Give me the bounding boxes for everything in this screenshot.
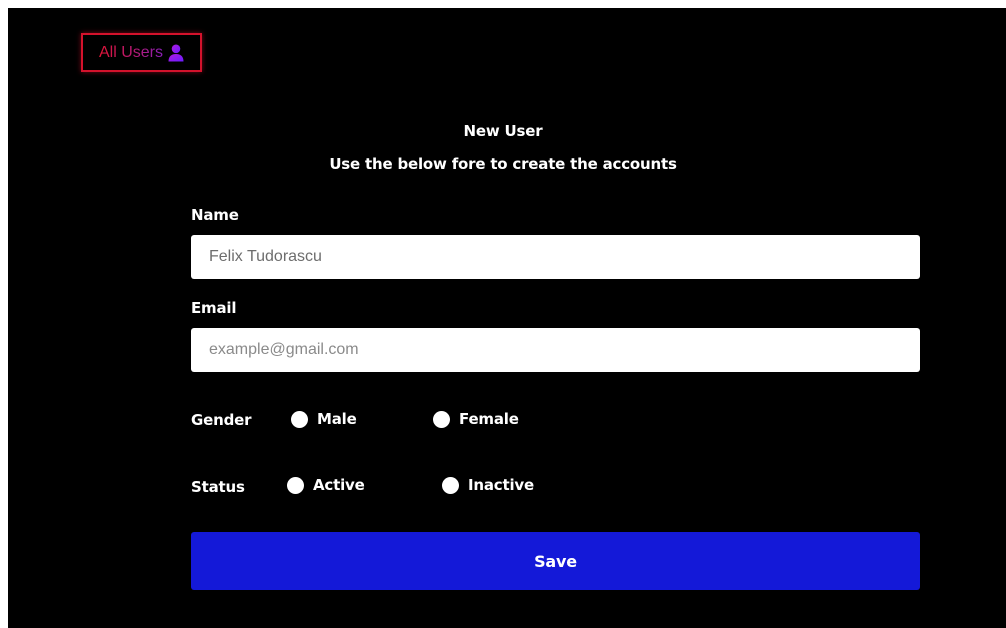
save-button[interactable]: Save [191,532,920,590]
gender-option-male[interactable]: Male [291,410,357,428]
gender-option-female[interactable]: Female [433,410,519,428]
radio-circle-icon[interactable] [433,410,450,428]
name-input[interactable] [191,235,920,279]
radio-circle-icon[interactable] [442,476,459,494]
user-icon [168,44,184,62]
form-title: New User [463,122,543,140]
all-users-button[interactable]: All Users [81,33,202,72]
status-option-label: Active [313,476,365,494]
gender-label: Gender [191,411,252,429]
gender-option-label: Male [317,410,357,428]
status-option-inactive[interactable]: Inactive [442,476,534,494]
status-option-active[interactable]: Active [287,476,365,494]
name-label: Name [191,206,239,224]
all-users-label: All Users [98,43,163,61]
gender-option-label: Female [459,410,519,428]
status-option-label: Inactive [468,476,534,494]
email-label: Email [191,299,237,317]
status-label: Status [191,478,245,496]
radio-circle-icon[interactable] [287,476,304,494]
radio-circle-icon[interactable] [291,410,308,428]
email-input[interactable] [191,328,920,372]
form-subtitle: Use the below fore to create the account… [329,155,677,173]
